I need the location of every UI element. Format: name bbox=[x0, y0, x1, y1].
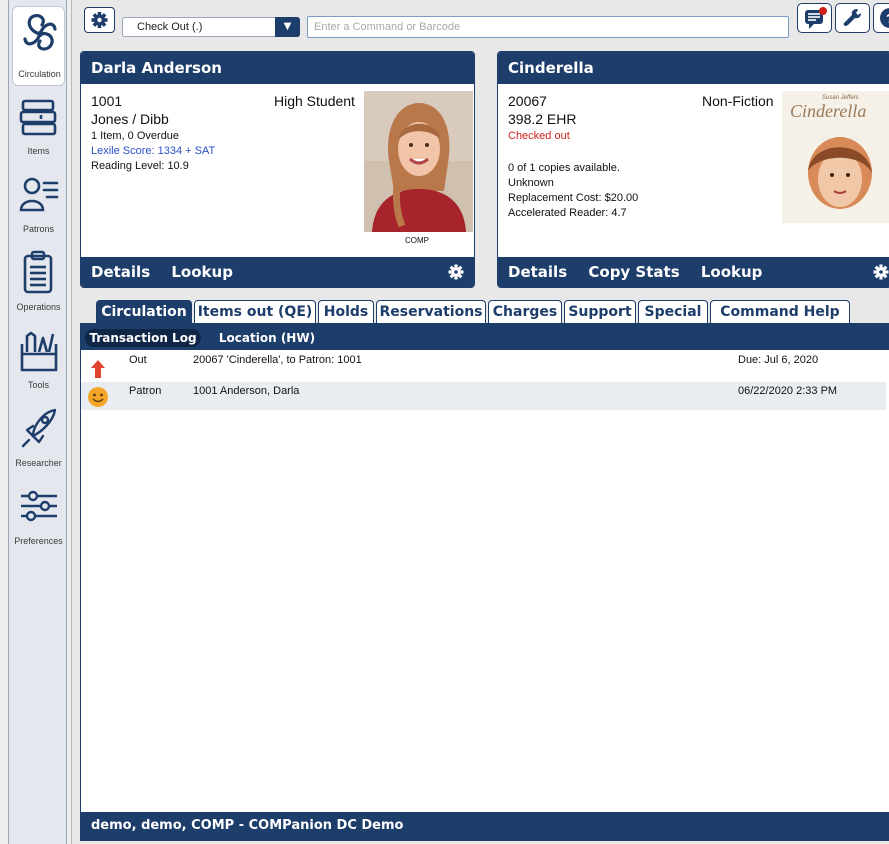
sidebar-item-items[interactable]: Items bbox=[9, 92, 68, 160]
settings-button[interactable] bbox=[84, 7, 115, 33]
sidebar-item-circulation[interactable]: Circulation bbox=[12, 6, 65, 86]
tab-special[interactable]: Special bbox=[638, 300, 708, 324]
item-call-number: 398.2 EHR bbox=[508, 111, 577, 127]
log-right: 06/22/2020 2:33 PM bbox=[738, 385, 838, 397]
log-detail: 20067 'Cinderella', to Patron: 1001 bbox=[193, 354, 362, 366]
sidebar-item-patrons[interactable]: Patrons bbox=[9, 170, 68, 238]
patron-items-summary: 1 Item, 0 Overdue bbox=[91, 130, 180, 142]
checkout-arrow-icon bbox=[91, 360, 105, 378]
cover-title: Cinderella bbox=[790, 101, 867, 121]
sidebar-item-label: Items bbox=[27, 146, 50, 156]
command-input[interactable] bbox=[307, 16, 789, 38]
patron-reading-level: Reading Level: 10.9 bbox=[91, 160, 189, 172]
item-lookup-button[interactable]: Lookup bbox=[701, 263, 763, 281]
sidebar-item-tools[interactable]: Tools bbox=[9, 326, 68, 394]
app-window: Circulation Items Patrons Operations Too… bbox=[0, 0, 889, 844]
gear-icon[interactable] bbox=[446, 262, 466, 282]
help-button[interactable]: ? bbox=[873, 3, 889, 33]
help-icon: ? bbox=[880, 8, 889, 28]
log-row[interactable]: Patron 1001 Anderson, Darla 06/22/2020 2… bbox=[81, 382, 886, 410]
item-category: Non-Fiction bbox=[702, 93, 774, 109]
tab-reservations[interactable]: Reservations bbox=[376, 300, 486, 324]
circulation-icon bbox=[23, 13, 57, 51]
patron-card: Darla Anderson 1001 High Student Jones /… bbox=[80, 51, 475, 288]
tools-button[interactable] bbox=[835, 3, 870, 33]
messages-button[interactable] bbox=[797, 3, 832, 33]
item-card: Cinderella 20067 Non-Fiction 398.2 EHR C… bbox=[497, 51, 889, 288]
item-card-footer: Details Copy Stats Lookup bbox=[498, 257, 889, 287]
item-unknown: Unknown bbox=[508, 177, 554, 189]
item-title[interactable]: Cinderella bbox=[498, 52, 889, 84]
books-icon bbox=[19, 99, 57, 136]
main-area: Check Out (.) ▼ Enter a Command or Barco… bbox=[71, 0, 889, 844]
clipboard-icon bbox=[23, 250, 53, 294]
patron-type: High Student bbox=[274, 93, 355, 109]
sidebar-item-researcher[interactable]: Researcher bbox=[9, 402, 68, 470]
tab-charges[interactable]: Charges bbox=[488, 300, 562, 324]
sidebar-item-label: Tools bbox=[27, 380, 49, 390]
item-accelerated-reader: Accelerated Reader: 4.7 bbox=[508, 207, 627, 219]
log-detail: 1001 Anderson, Darla bbox=[193, 385, 300, 397]
sidebar-item-preferences[interactable]: Preferences bbox=[9, 480, 68, 548]
gear-icon bbox=[91, 12, 108, 28]
wrench-icon bbox=[843, 9, 861, 26]
message-icon bbox=[805, 7, 827, 29]
lexile-score-link[interactable]: Lexile Score: 1334 + SAT bbox=[91, 145, 215, 157]
item-barcode: 20067 bbox=[508, 93, 547, 109]
sliders-icon bbox=[21, 490, 57, 522]
sidebar-item-label: Preferences bbox=[14, 536, 63, 546]
photo-caption: COMP bbox=[405, 236, 429, 245]
patron-details-button[interactable]: Details bbox=[91, 263, 150, 281]
log-row[interactable]: Out 20067 'Cinderella', to Patron: 1001 … bbox=[81, 351, 886, 379]
sidebar: Circulation Items Patrons Operations Too… bbox=[8, 0, 67, 844]
tab-items-out[interactable]: Items out (QE) bbox=[194, 300, 316, 324]
item-status: Checked out bbox=[508, 130, 570, 142]
sidebar-item-label: Operations bbox=[16, 302, 61, 312]
patron-lookup-button[interactable]: Lookup bbox=[171, 263, 233, 281]
tab-command-help[interactable]: Command Help (?) bbox=[710, 300, 850, 343]
patron-homeroom: Jones / Dibb bbox=[91, 111, 169, 127]
gear-icon[interactable] bbox=[871, 262, 889, 282]
item-details-button[interactable]: Details bbox=[508, 263, 567, 281]
item-replacement-cost: Replacement Cost: $20.00 bbox=[508, 192, 639, 204]
subtab-location[interactable]: Location (HW) bbox=[217, 329, 317, 347]
tab-holds[interactable]: Holds bbox=[318, 300, 374, 324]
sidebar-item-operations[interactable]: Operations bbox=[9, 246, 68, 314]
tab-circulation[interactable]: Circulation bbox=[96, 300, 192, 324]
sidebar-item-label: Circulation bbox=[18, 69, 61, 79]
toolbar: Check Out (.) ▼ Enter a Command or Barco… bbox=[72, 0, 889, 46]
tab-support[interactable]: Support bbox=[564, 300, 636, 324]
log-action: Patron bbox=[129, 385, 162, 397]
smiley-icon bbox=[88, 387, 108, 407]
circulation-panel: Transaction Log Location (HW) Out 20067 … bbox=[80, 323, 889, 841]
patron-card-footer: Details Lookup bbox=[81, 257, 474, 287]
subtabs: Transaction Log Location (HW) bbox=[81, 324, 889, 350]
rocket-icon bbox=[21, 408, 57, 448]
log-right: Due: Jul 6, 2020 bbox=[738, 354, 819, 366]
sidebar-item-label: Researcher bbox=[15, 458, 62, 468]
patron-photo bbox=[364, 91, 473, 232]
patron-name[interactable]: Darla Anderson bbox=[81, 52, 474, 84]
item-copies: 0 of 1 copies available. bbox=[508, 162, 620, 174]
sidebar-item-label: Patrons bbox=[22, 224, 55, 234]
log-action: Out bbox=[129, 354, 147, 366]
status-bar: demo, demo, COMP - COMPanion DC Demo bbox=[81, 812, 889, 840]
chevron-down-icon[interactable]: ▼ bbox=[275, 17, 300, 37]
tools-icon bbox=[20, 331, 58, 372]
mode-select[interactable]: Check Out (.) bbox=[122, 17, 300, 37]
patron-barcode: 1001 bbox=[91, 93, 123, 109]
patrons-icon bbox=[19, 177, 59, 212]
book-cover: Susan Jeffers Cinderella bbox=[782, 91, 889, 223]
subtab-transaction-log[interactable]: Transaction Log bbox=[85, 329, 201, 347]
copy-stats-button[interactable]: Copy Stats bbox=[588, 263, 679, 281]
